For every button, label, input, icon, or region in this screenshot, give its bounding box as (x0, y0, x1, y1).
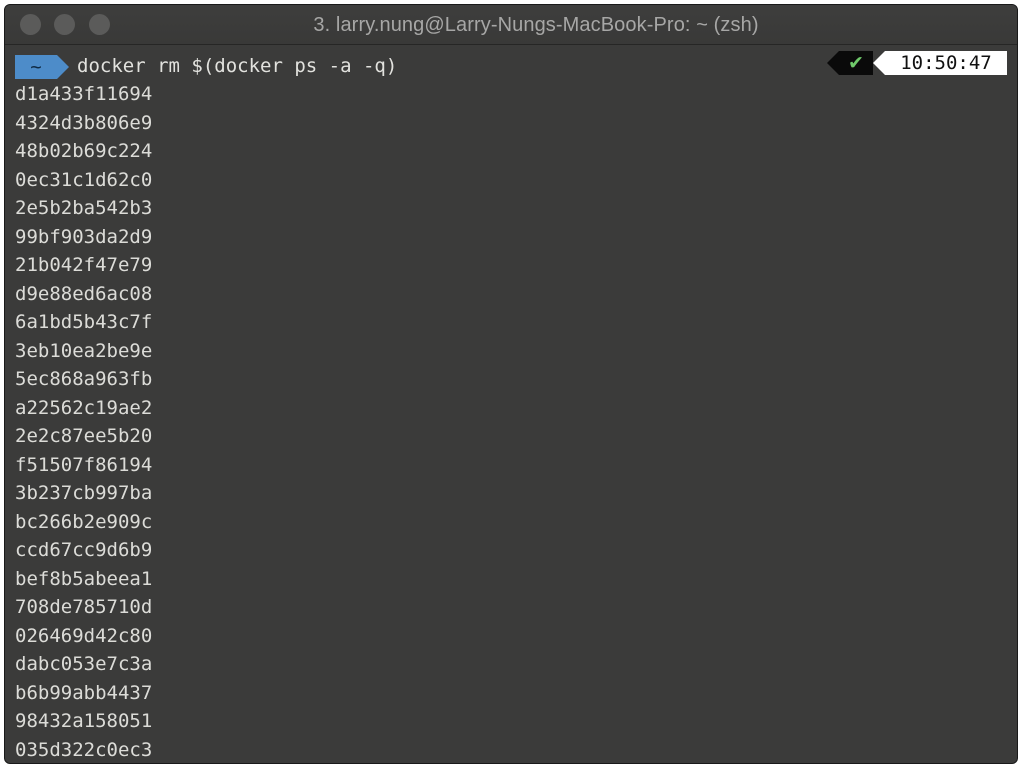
output-line: b6b99abb4437 (15, 681, 153, 704)
output-line: d9e88ed6ac08 (15, 282, 153, 305)
output-line: 3eb10ea2be9e (15, 339, 153, 362)
command-text: docker rm $(docker ps -a -q) (77, 55, 398, 77)
output-line: dabc053e7c3a (15, 653, 153, 675)
output-line: bef8b5abeea1 (15, 567, 153, 590)
output-line: 5ec868a963fb (15, 368, 153, 390)
terminal-content[interactable]: ~ docker rm $(docker ps -a -q) ✔ 10:50:4… (5, 45, 1017, 763)
output-line: f51507f86194 (15, 453, 153, 476)
prompt-line: ~ docker rm $(docker ps -a -q) ✔ 10:50:4… (15, 51, 1017, 81)
output-line: 99bf903da2d9 (15, 225, 153, 248)
output-line: 4324d3b806e9 (15, 111, 153, 134)
output-line: 2e5b2ba542b3 (15, 197, 153, 219)
output-line: 0ec31c1d62c0 (15, 168, 153, 191)
output-line: d1a433f11694 (15, 83, 153, 105)
output-line: 6a1bd5b43c7f (15, 311, 153, 333)
command-output: d1a433f11694 4324d3b806e9 48b02b69c224 0ec3… (15, 80, 1017, 763)
output-line: 48b02b69c224 (15, 140, 153, 162)
status-arrow-icon (827, 51, 839, 75)
output-line: 708de785710d (15, 596, 153, 618)
prompt-time: 10:50:47 (885, 51, 1007, 75)
prompt-directory: ~ (15, 55, 57, 79)
output-line: 21b042f47e79 (15, 254, 153, 276)
check-icon: ✔ (839, 51, 873, 75)
output-line: bc266b2e909c (15, 510, 153, 533)
output-line: 026469d42c80 (15, 624, 153, 647)
terminal-window: 3. larry.nung@Larry-Nungs-MacBook-Pro: ~… (4, 4, 1018, 764)
window-title: 3. larry.nung@Larry-Nungs-MacBook-Pro: ~… (313, 14, 759, 36)
title-bar[interactable]: 3. larry.nung@Larry-Nungs-MacBook-Pro: ~… (5, 5, 1017, 45)
output-line: 2e2c87ee5b20 (15, 425, 153, 447)
output-line: ccd67cc9d6b9 (15, 539, 153, 561)
prompt-arrow-icon (57, 55, 69, 79)
output-line: 035d322c0ec3 (15, 738, 153, 761)
output-line: 3b237cb997ba (15, 482, 153, 504)
output-line: 98432a158051 (15, 710, 153, 732)
time-arrow-icon (873, 51, 885, 75)
output-line: a22562c19ae2 (15, 396, 153, 419)
